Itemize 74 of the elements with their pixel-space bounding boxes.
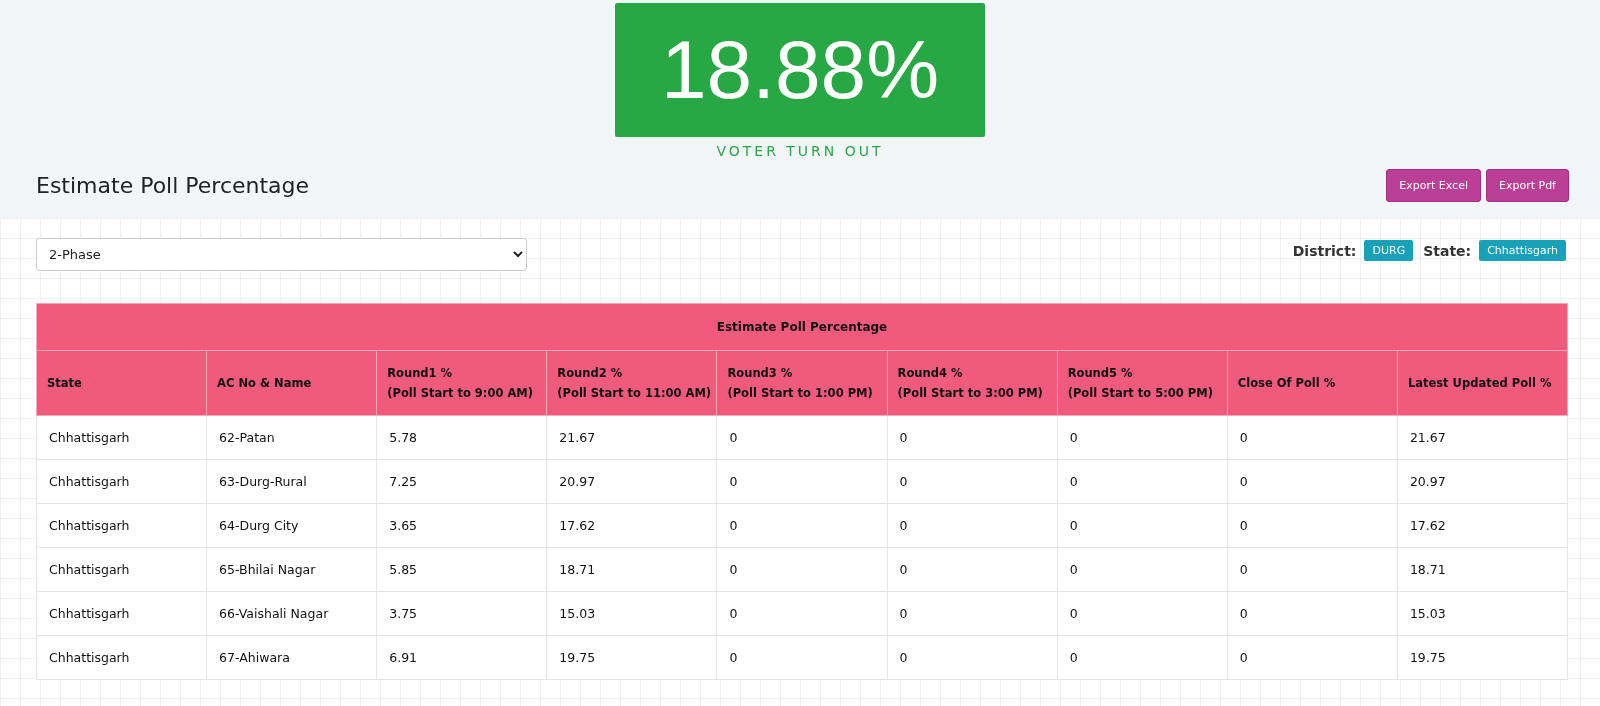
column-header: Round4 % (Poll Start to 3:00 PM) xyxy=(887,350,1058,416)
table-cell: 3.75 xyxy=(376,591,547,636)
table-caption: Estimate Poll Percentage xyxy=(36,303,1568,351)
table-cell: 18.71 xyxy=(546,547,717,592)
table-cell: 0 xyxy=(1227,591,1398,636)
table-cell: 0 xyxy=(716,591,888,636)
table-cell: Chhattisgarh xyxy=(36,459,207,504)
info-label: District: xyxy=(1292,242,1357,259)
table-cell: 0 xyxy=(887,503,1058,548)
info-tag: DURG xyxy=(1364,240,1414,261)
table-cell: 15.03 xyxy=(1397,591,1568,636)
turnout-label: VOTER TURN OUT xyxy=(716,143,884,159)
table-cell: 20.97 xyxy=(1397,459,1568,504)
table-cell: 6.91 xyxy=(376,635,547,680)
table-cell: 0 xyxy=(1057,547,1228,592)
table-cell: 0 xyxy=(716,635,888,680)
table-cell: 21.67 xyxy=(1397,415,1568,460)
table-cell: 0 xyxy=(1057,635,1228,680)
column-header: Close Of Poll % xyxy=(1227,350,1398,416)
table-cell: 0 xyxy=(1057,415,1228,460)
table-cell: 0 xyxy=(1057,591,1228,636)
table-cell: 20.97 xyxy=(546,459,717,504)
table-cell: 19.75 xyxy=(1397,635,1568,680)
table-cell: Chhattisgarh xyxy=(36,415,207,460)
table-cell: 0 xyxy=(716,503,888,548)
table-cell: 66-Vaishali Nagar xyxy=(206,591,377,636)
table-cell: 0 xyxy=(887,547,1058,592)
table-cell: 0 xyxy=(716,547,888,592)
table-cell: 15.03 xyxy=(546,591,717,636)
table-cell: Chhattisgarh xyxy=(36,635,207,680)
info-label: State: xyxy=(1423,242,1472,259)
table-cell: 0 xyxy=(1227,503,1398,548)
table-cell: 0 xyxy=(1057,459,1228,504)
column-header: Round2 % (Poll Start to 11:00 AM) xyxy=(546,350,717,416)
table-cell: 65-Bhilai Nagar xyxy=(206,547,377,592)
table-cell: 0 xyxy=(1227,459,1398,504)
table-cell: 17.62 xyxy=(546,503,717,548)
column-header: AC No & Name xyxy=(206,350,377,416)
column-header: State xyxy=(36,350,207,416)
info-tag: Chhattisgarh xyxy=(1479,240,1566,261)
section-title: Estimate Poll Percentage xyxy=(36,173,310,198)
table-cell: 5.78 xyxy=(376,415,547,460)
table-cell: 64-Durg City xyxy=(206,503,377,548)
table-cell: 0 xyxy=(1057,503,1228,548)
table-cell: 3.65 xyxy=(376,503,547,548)
column-header: Round3 % (Poll Start to 1:00 PM) xyxy=(716,350,888,416)
table-cell: 0 xyxy=(887,591,1058,636)
table-cell: 18.71 xyxy=(1397,547,1568,592)
table-cell: 63-Durg-Rural xyxy=(206,459,377,504)
table-cell: Chhattisgarh xyxy=(36,547,207,592)
column-header: Round1 % (Poll Start to 9:00 AM) xyxy=(376,350,547,416)
phase-select[interactable]: 2-Phase xyxy=(36,238,527,271)
table-cell: 17.62 xyxy=(1397,503,1568,548)
table-cell: 19.75 xyxy=(546,635,717,680)
table-cell: 21.67 xyxy=(546,415,717,460)
turnout-value: 18.88% xyxy=(615,3,985,137)
table-cell: 0 xyxy=(1227,547,1398,592)
table-cell: Chhattisgarh xyxy=(36,503,207,548)
table-cell: 0 xyxy=(716,459,888,504)
table-cell: 0 xyxy=(887,635,1058,680)
table-cell: Chhattisgarh xyxy=(36,591,207,636)
export-button[interactable]: Export Excel xyxy=(1386,169,1481,202)
table-cell: 62-Patan xyxy=(206,415,377,460)
table-cell: 0 xyxy=(716,415,888,460)
export-button[interactable]: Export Pdf xyxy=(1486,169,1569,202)
table-cell: 0 xyxy=(887,459,1058,504)
column-header: Round5 % (Poll Start to 5:00 PM) xyxy=(1057,350,1228,416)
column-header: Latest Updated Poll % xyxy=(1397,350,1568,416)
table-cell: 7.25 xyxy=(376,459,547,504)
table-cell: 5.85 xyxy=(376,547,547,592)
table-cell: 67-Ahiwara xyxy=(206,635,377,680)
table-cell: 0 xyxy=(1227,635,1398,680)
table-cell: 0 xyxy=(1227,415,1398,460)
table-cell: 0 xyxy=(887,415,1058,460)
